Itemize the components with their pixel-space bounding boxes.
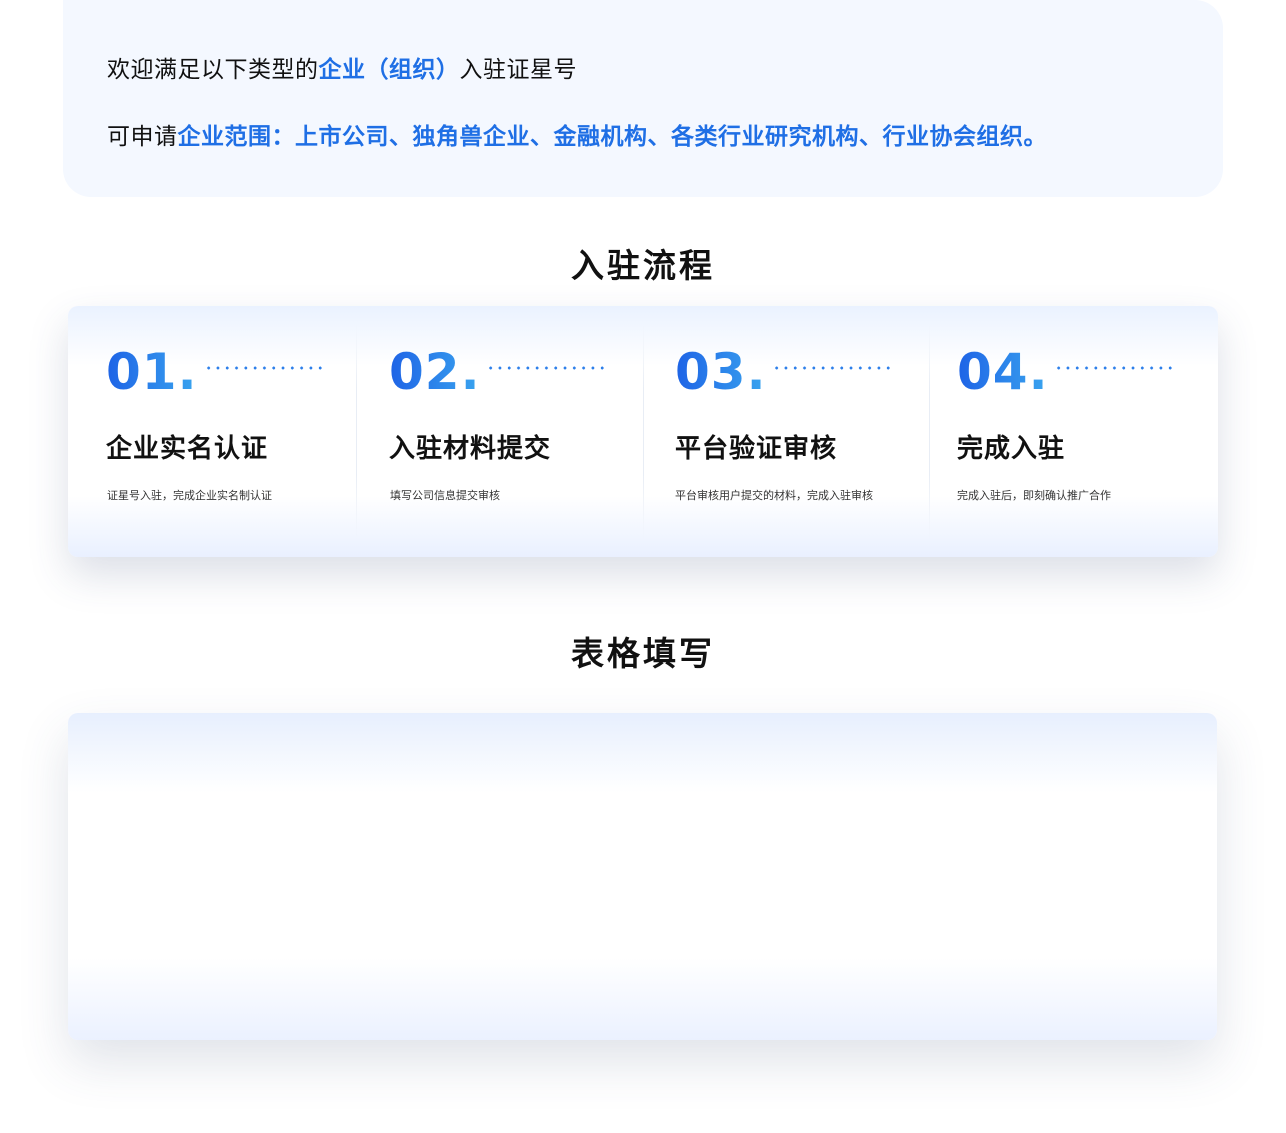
step-number: 03. bbox=[675, 343, 767, 401]
step-title: 入驻材料提交 bbox=[389, 434, 552, 464]
dotted-line-decoration bbox=[486, 366, 607, 370]
form-card[interactable] bbox=[68, 713, 1217, 1040]
step-number: 04. bbox=[957, 343, 1049, 401]
intro-line-2: 可申请企业范围：上市公司、独角兽企业、金融机构、各类行业研究机构、行业协会组织。 bbox=[107, 117, 1047, 151]
form-section-title: 表格填写 bbox=[571, 634, 715, 673]
step-description: 证星号入驻，完成企业实名制认证 bbox=[107, 489, 272, 502]
dotted-line-decoration bbox=[772, 366, 893, 370]
process-card: 01. 企业实名认证 证星号入驻，完成企业实名制认证 02. 入驻材料提交 填写… bbox=[68, 306, 1218, 557]
process-step-4: 04. 完成入驻 完成入驻后，即刻确认推广合作 bbox=[930, 306, 1218, 557]
intro-line-2-highlight: 企业范围：上市公司、独角兽企业、金融机构、各类行业研究机构、行业协会组织。 bbox=[177, 124, 1047, 150]
dotted-line-decoration bbox=[204, 366, 325, 370]
step-description: 完成入驻后，即刻确认推广合作 bbox=[957, 489, 1111, 502]
dotted-line-decoration bbox=[1054, 366, 1175, 370]
intro-panel: 欢迎满足以下类型的企业（组织）入驻证星号 可申请企业范围：上市公司、独角兽企业、… bbox=[63, 0, 1223, 197]
intro-line-1: 欢迎满足以下类型的企业（组织）入驻证星号 bbox=[107, 50, 577, 84]
process-section-title: 入驻流程 bbox=[571, 246, 715, 285]
step-description: 填写公司信息提交审核 bbox=[390, 489, 500, 502]
step-number: 02. bbox=[389, 343, 481, 401]
process-step-3: 03. 平台验证审核 平台审核用户提交的材料，完成入驻审核 bbox=[644, 306, 929, 557]
step-title: 完成入驻 bbox=[957, 434, 1066, 464]
step-title: 平台验证审核 bbox=[675, 434, 838, 464]
step-number: 01. bbox=[106, 343, 198, 401]
process-step-1: 01. 企业实名认证 证星号入驻，完成企业实名制认证 bbox=[68, 306, 356, 557]
process-step-2: 02. 入驻材料提交 填写公司信息提交审核 bbox=[357, 306, 643, 557]
intro-line-2-prefix: 可申请 bbox=[107, 124, 178, 150]
intro-line-1-prefix: 欢迎满足以下类型的 bbox=[107, 57, 319, 83]
intro-line-1-highlight: 企业（组织） bbox=[318, 57, 460, 83]
step-description: 平台审核用户提交的材料，完成入驻审核 bbox=[675, 489, 873, 502]
intro-line-1-suffix: 入驻证星号 bbox=[459, 57, 577, 83]
step-title: 企业实名认证 bbox=[106, 434, 269, 464]
